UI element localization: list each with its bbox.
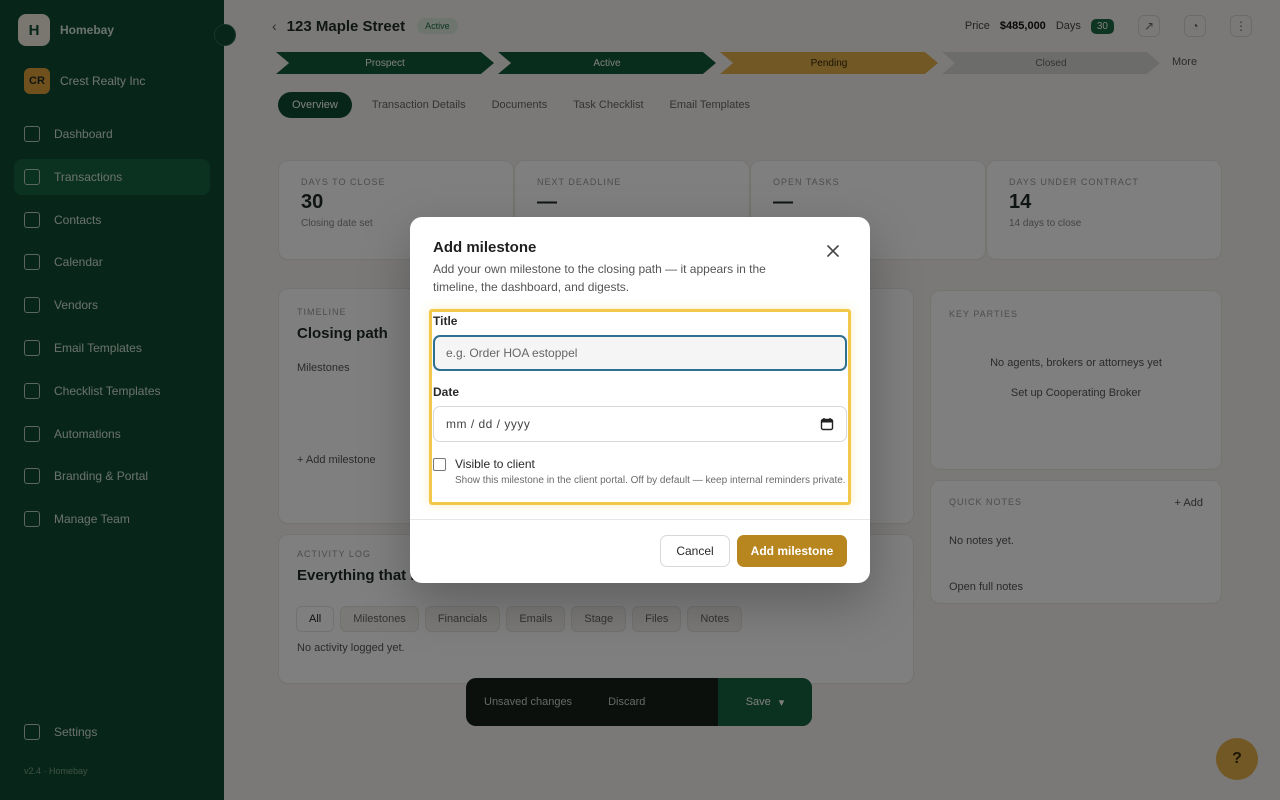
dialog-title: Add milestone: [433, 239, 537, 256]
date-label: Date: [433, 385, 460, 399]
close-icon: [827, 245, 839, 257]
visible-to-client-label[interactable]: Visible to client: [455, 457, 535, 471]
calendar-icon[interactable]: [820, 417, 834, 431]
close-button[interactable]: [823, 241, 843, 261]
date-input[interactable]: mm / dd / yyyy: [433, 406, 847, 442]
title-label: Title: [433, 314, 458, 328]
dialog-description: Add your own milestone to the closing pa…: [433, 262, 766, 294]
visible-to-client-help: Show this milestone in the client portal…: [455, 475, 846, 486]
add-milestone-dialog: Add milestone Add your own milestone to …: [410, 217, 870, 583]
visible-to-client-checkbox[interactable]: [433, 458, 446, 471]
date-value: mm / dd / yyyy: [446, 417, 531, 431]
title-input[interactable]: [433, 335, 847, 371]
dialog-divider: [410, 519, 870, 520]
add-milestone-button[interactable]: Add milestone: [737, 535, 847, 567]
cancel-button[interactable]: Cancel: [660, 535, 730, 567]
